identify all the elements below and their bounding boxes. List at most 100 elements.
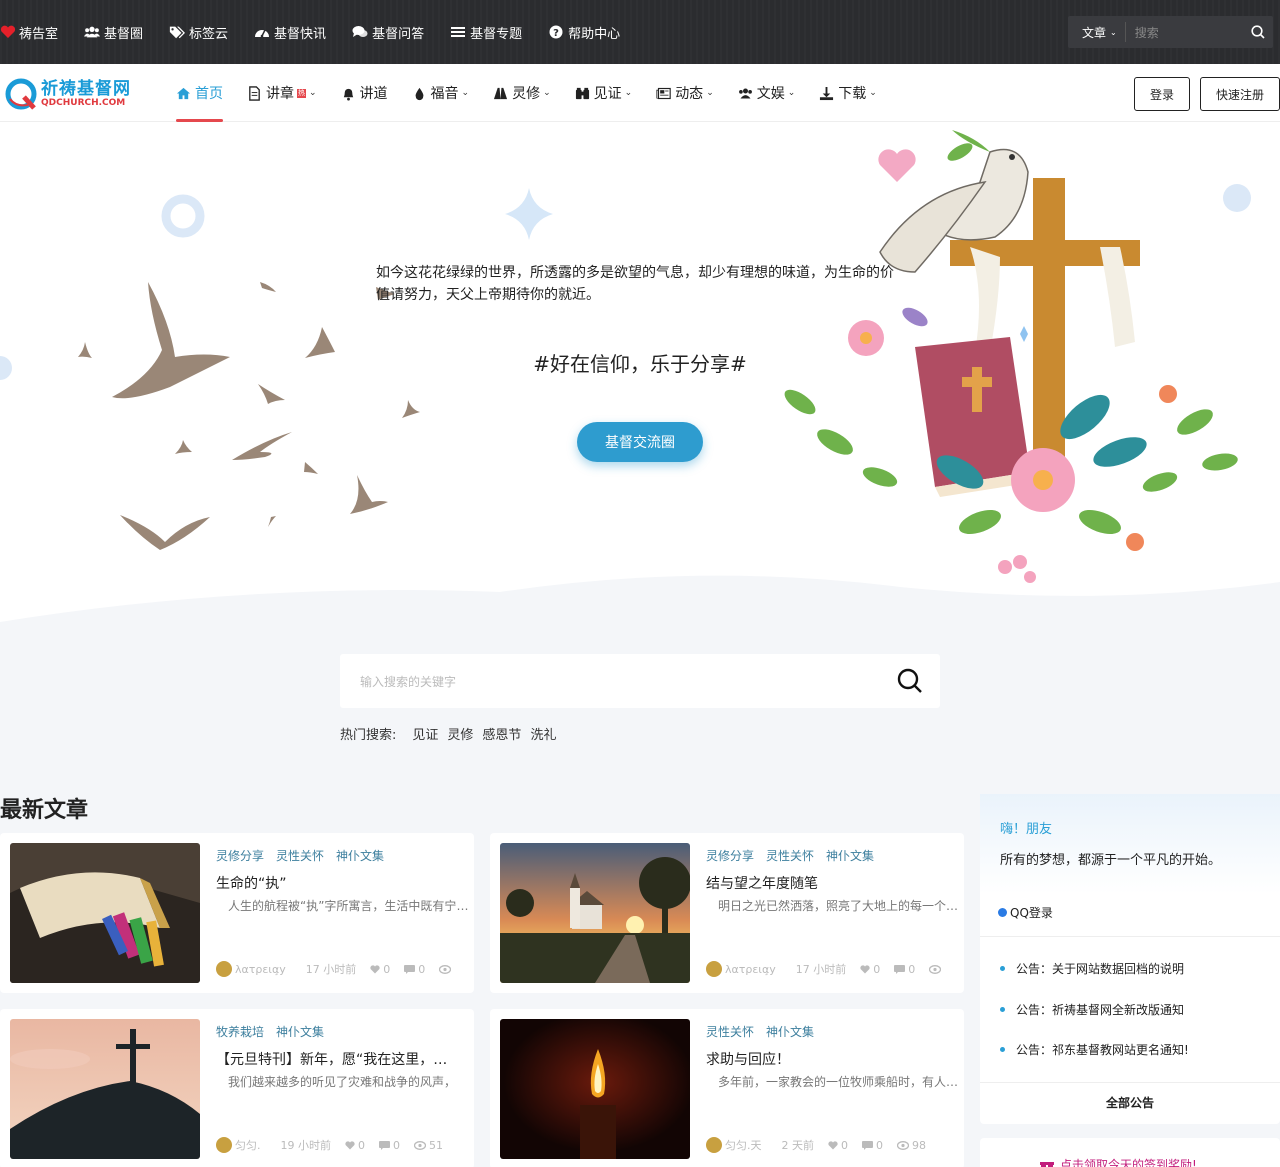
- post-thumbnail[interactable]: [10, 843, 200, 983]
- qq-login-button[interactable]: QQ登录: [998, 904, 1053, 921]
- bullet-icon: [1000, 1007, 1005, 1012]
- notice-label: 公告：祈祷基督网全新改版通知: [1016, 1003, 1185, 1017]
- church-sunset-thumbnail-image: [500, 843, 690, 983]
- post-tag[interactable]: 神仆文集: [766, 1023, 814, 1040]
- hero-banner: 如今这花花绿绿的世界，所透露的多是欲望的气息，却少有理想的味道，为生命的价值请努…: [0, 122, 1280, 642]
- download-icon: [820, 86, 834, 100]
- post-author[interactable]: λατρεια̧y: [725, 963, 776, 976]
- hot-keyword[interactable]: 灵修: [447, 724, 473, 743]
- post-thumbnail[interactable]: [500, 1019, 690, 1159]
- site-logo[interactable]: 祈祷基督网 QDCHURCH.COM: [4, 76, 146, 112]
- post-tag[interactable]: 神仆文集: [826, 847, 874, 864]
- avatar[interactable]: [216, 961, 232, 977]
- post-tags: 灵性关怀 神仆文集: [706, 1023, 826, 1040]
- top-nav-label: 基督专题: [470, 26, 523, 42]
- bullet-icon: [1000, 1047, 1005, 1052]
- post-card[interactable]: 灵修分享 灵性关怀 神仆文集 结与望之年度随笔 明日之光已然洒落，照亮了大地上的…: [490, 833, 964, 993]
- avatar[interactable]: [706, 961, 722, 977]
- post-excerpt: 多年前，一家教会的一位牧师乘船时，有人问他: [718, 1075, 960, 1089]
- binoculars-icon: [575, 87, 589, 99]
- post-card[interactable]: 牧养栽培 神仆文集 【元旦特刊】新年，愿“我在这里，请差遣我” 我们越来越多的听…: [0, 1009, 474, 1167]
- nav-download[interactable]: 下载 ⌄: [819, 64, 877, 122]
- post-card[interactable]: 灵修分享 灵性关怀 神仆文集 生命的“执” 人生的航程被“执”字所寓言，生活中既…: [0, 833, 474, 993]
- bell-icon: [343, 88, 353, 101]
- nav-preaching[interactable]: 讲道: [341, 64, 388, 122]
- checkin-link[interactable]: 点击领取今天的签到奖励!: [1040, 1156, 1197, 1167]
- comment-icon: [404, 964, 416, 974]
- nav-entertainment[interactable]: 文娱 ⌄: [738, 64, 795, 122]
- top-nav-label: 基督圈: [104, 26, 144, 42]
- nav-gospel[interactable]: 福音 ⌄: [412, 64, 470, 122]
- notice-item[interactable]: 公告：祁东基督教网站更名通知!: [1000, 1041, 1189, 1058]
- nav-news[interactable]: 动态 ⌄: [656, 64, 714, 122]
- nav-devotion[interactable]: 灵修 ⌄: [493, 64, 551, 122]
- top-nav-news[interactable]: 基督快讯: [254, 23, 326, 42]
- main-search-button[interactable]: [880, 668, 940, 694]
- hot-badge: 热: [297, 88, 306, 98]
- post-thumbnail[interactable]: [10, 1019, 200, 1159]
- main-nav: 首页 讲章 热 ⌄ 讲道 福音 ⌄ 灵修 ⌄ 见证 ⌄ 动态 ⌄ 文娱 ⌄ 下载…: [176, 64, 901, 122]
- top-nav-help[interactable]: ? 帮助中心: [548, 23, 620, 42]
- hot-keyword[interactable]: 见证: [412, 724, 438, 743]
- cross-hill-thumbnail-image: [10, 1019, 200, 1159]
- post-card[interactable]: 灵性关怀 神仆文集 求助与回应！ 多年前，一家教会的一位牧师乘船时，有人问他 匀…: [490, 1009, 964, 1167]
- eye-icon: [414, 1140, 426, 1150]
- nav-home[interactable]: 首页: [176, 64, 223, 122]
- top-search: 文章 ⌄ 搜索: [1068, 16, 1273, 48]
- tags-icon: [169, 26, 186, 39]
- post-tag[interactable]: 灵修分享: [216, 847, 264, 864]
- post-likes-count: 0: [383, 962, 391, 976]
- top-nav-prayer-room[interactable]: 祷告室: [0, 23, 58, 42]
- post-title[interactable]: 生命的“执”: [216, 873, 456, 893]
- post-views: [929, 964, 944, 974]
- post-author[interactable]: 匀匀.: [235, 1137, 261, 1153]
- post-meta: 匀匀. 19 小时前 0 0 51: [216, 1137, 470, 1153]
- post-likes: 0: [860, 963, 880, 976]
- post-title[interactable]: 结与望之年度随笔: [706, 873, 946, 893]
- community-button[interactable]: 基督交流圈: [577, 422, 703, 462]
- nav-testimony[interactable]: 见证 ⌄: [575, 64, 632, 122]
- avatar[interactable]: [216, 1137, 232, 1153]
- post-author[interactable]: 匀匀.天: [725, 1137, 762, 1153]
- post-author[interactable]: λατρεια̧y: [235, 963, 286, 976]
- nav-label: 文娱: [756, 86, 785, 102]
- post-time: 17 小时前: [305, 963, 357, 976]
- checkin-panel: 点击领取今天的签到奖励!: [980, 1138, 1280, 1167]
- latest-title: 最新文章: [0, 798, 89, 823]
- post-comments: 0: [862, 1139, 883, 1152]
- avatar[interactable]: [706, 1137, 722, 1153]
- register-button[interactable]: 快速注册: [1200, 77, 1280, 111]
- top-nav-tag-cloud[interactable]: 标签云: [169, 23, 228, 42]
- nav-label: 福音: [430, 86, 459, 102]
- post-tag[interactable]: 灵性关怀: [706, 1023, 754, 1040]
- search-type-select[interactable]: 文章 ⌄: [1068, 22, 1126, 42]
- top-search-button[interactable]: [1243, 25, 1273, 39]
- post-views: [439, 964, 454, 974]
- post-tag[interactable]: 神仆文集: [336, 847, 384, 864]
- post-tag[interactable]: 灵性关怀: [276, 847, 324, 864]
- notice-item[interactable]: 公告：关于网站数据回档的说明: [1000, 960, 1184, 977]
- all-notices-link[interactable]: 全部公告: [980, 1094, 1280, 1111]
- post-title[interactable]: 【元旦特刊】新年，愿“我在这里，请差遣我”: [216, 1049, 456, 1069]
- post-thumbnail[interactable]: [500, 843, 690, 983]
- post-tag[interactable]: 神仆文集: [276, 1023, 324, 1040]
- chevron-down-icon: ⌄: [461, 88, 470, 98]
- chevron-down-icon: ⌄: [543, 88, 551, 98]
- sidebar-greeting-box: 嗨！朋友 所有的梦想，都源于一个平凡的开始。: [980, 794, 1280, 894]
- top-search-input[interactable]: 搜索: [1126, 24, 1243, 41]
- post-tag[interactable]: 牧养栽培: [216, 1023, 264, 1040]
- hot-keyword[interactable]: 感恩节: [482, 724, 521, 743]
- logo-text: 祈祷基督网: [41, 79, 131, 99]
- post-tag[interactable]: 灵修分享: [706, 847, 754, 864]
- main-search-input[interactable]: 输入搜索的关键字: [340, 673, 880, 690]
- divider: [980, 936, 1280, 937]
- top-nav-topics[interactable]: 基督专题: [450, 23, 522, 42]
- top-nav-qa[interactable]: 基督问答: [352, 23, 424, 42]
- hot-keyword[interactable]: 洗礼: [530, 724, 556, 743]
- login-button[interactable]: 登录: [1134, 77, 1190, 111]
- post-tag[interactable]: 灵性关怀: [766, 847, 814, 864]
- top-nav-circle[interactable]: 基督圈: [84, 23, 143, 42]
- notice-item[interactable]: 公告：祈祷基督网全新改版通知: [1000, 1001, 1184, 1018]
- post-title[interactable]: 求助与回应！: [706, 1049, 946, 1069]
- nav-sermons[interactable]: 讲章 热 ⌄: [247, 64, 317, 122]
